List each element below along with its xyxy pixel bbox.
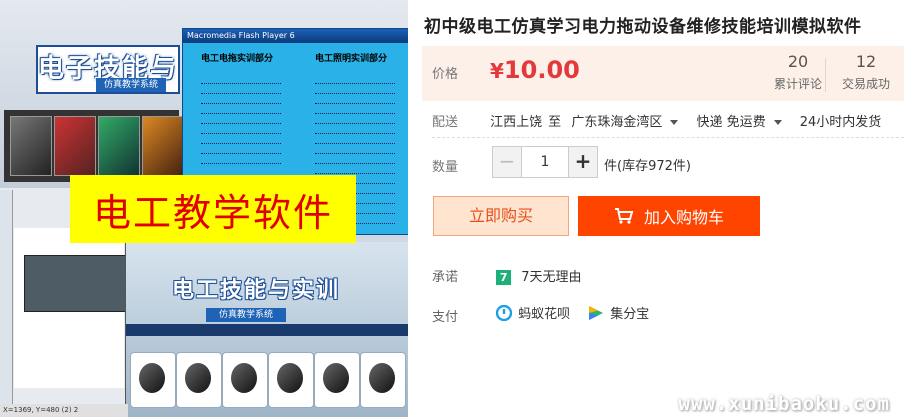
decrease-button[interactable]: − xyxy=(493,147,521,177)
collage-photos xyxy=(4,110,184,182)
cad-status-bar: X=1369, Y=480 (2) 2 xyxy=(0,404,128,417)
stat-reviews[interactable]: 20 累计评论 xyxy=(774,52,822,92)
stat-deals[interactable]: 12 交易成功 xyxy=(842,52,890,92)
shipping-from: 江西上饶 xyxy=(490,115,543,130)
shipping-dest-select[interactable]: 广东珠海金湾区 xyxy=(571,115,686,130)
cart-icon xyxy=(614,208,634,224)
price-label: 价格 xyxy=(432,67,459,82)
price-value: ¥10.00 xyxy=(490,56,580,84)
increase-button[interactable]: + xyxy=(568,147,597,177)
payment-label: 支付 xyxy=(432,309,459,325)
collage-title-2: 电工技能与实训 xyxy=(172,278,341,303)
seven-day-icon: 7 xyxy=(496,270,512,285)
promise-text[interactable]: 7天无理由 xyxy=(521,270,581,285)
divider xyxy=(432,137,904,138)
shipping-row: 配送 江西上饶至 广东珠海金湾区 快递 免运费 24小时内发货 xyxy=(432,111,887,130)
chevron-down-icon xyxy=(773,120,782,125)
huabei-icon xyxy=(496,304,513,321)
payment-jifenbao[interactable]: 集分宝 xyxy=(588,303,649,322)
collage-subtitle-2: 仿真教学系统 xyxy=(206,308,286,322)
stock-text: 件(库存972件) xyxy=(604,159,691,174)
chevron-down-icon xyxy=(670,120,679,125)
buy-now-button[interactable]: 立即购买 xyxy=(433,196,569,236)
screenshot-bottom: 电工技能与实训 仿真教学系统 xyxy=(125,242,408,417)
shipping-label: 配送 xyxy=(432,115,459,130)
promise-label: 承诺 xyxy=(432,270,459,285)
quantity-label: 数量 xyxy=(432,160,459,175)
list-left xyxy=(201,74,281,164)
payment-huabei[interactable]: 蚂蚁花呗 xyxy=(496,303,570,322)
collage-subtitle-1: 仿真教学系统 xyxy=(96,78,166,92)
product-image[interactable]: 电子技能与 仿真教学系统 Macromedia Flash Player 6 电… xyxy=(0,0,408,417)
quantity-stepper: − 1 + xyxy=(492,146,598,178)
price-box: 价格 ¥10.00 20 累计评论 12 交易成功 xyxy=(422,46,904,101)
promise-row: 承诺 7 7天无理由 xyxy=(432,266,582,285)
add-to-cart-button[interactable]: 加入购物车 xyxy=(578,196,760,236)
collage-menu-bar xyxy=(126,324,408,336)
banner-text: 电工教学软件 xyxy=(92,190,333,235)
dispatch-time: 24小时内发货 xyxy=(799,115,882,130)
jifenbao-icon xyxy=(589,305,604,320)
quantity-input[interactable]: 1 xyxy=(521,147,568,177)
shipping-to-word: 至 xyxy=(548,115,562,130)
product-title: 初中级电工仿真学习电力拖动设备维修技能培训模拟软件 xyxy=(424,17,862,37)
col-head-2: 电工照明实训部分 xyxy=(315,54,388,64)
col-head-1: 电工电拖实训部分 xyxy=(201,54,274,64)
stat-divider xyxy=(825,58,826,92)
cad-toolbar xyxy=(0,190,13,417)
plc-device xyxy=(24,255,126,312)
yellow-banner: 电工教学软件 xyxy=(70,175,356,243)
flash-window-title: Macromedia Flash Player 6 xyxy=(183,29,408,43)
payment-row: 支付 蚂蚁花呗 集分宝 xyxy=(432,303,663,325)
shipping-method-select[interactable]: 快递 免运费 xyxy=(696,115,789,130)
collage-thumbs xyxy=(130,352,406,408)
watermark: www.xunibaoku.com xyxy=(678,393,890,415)
add-to-cart-label: 加入购物车 xyxy=(643,208,724,227)
